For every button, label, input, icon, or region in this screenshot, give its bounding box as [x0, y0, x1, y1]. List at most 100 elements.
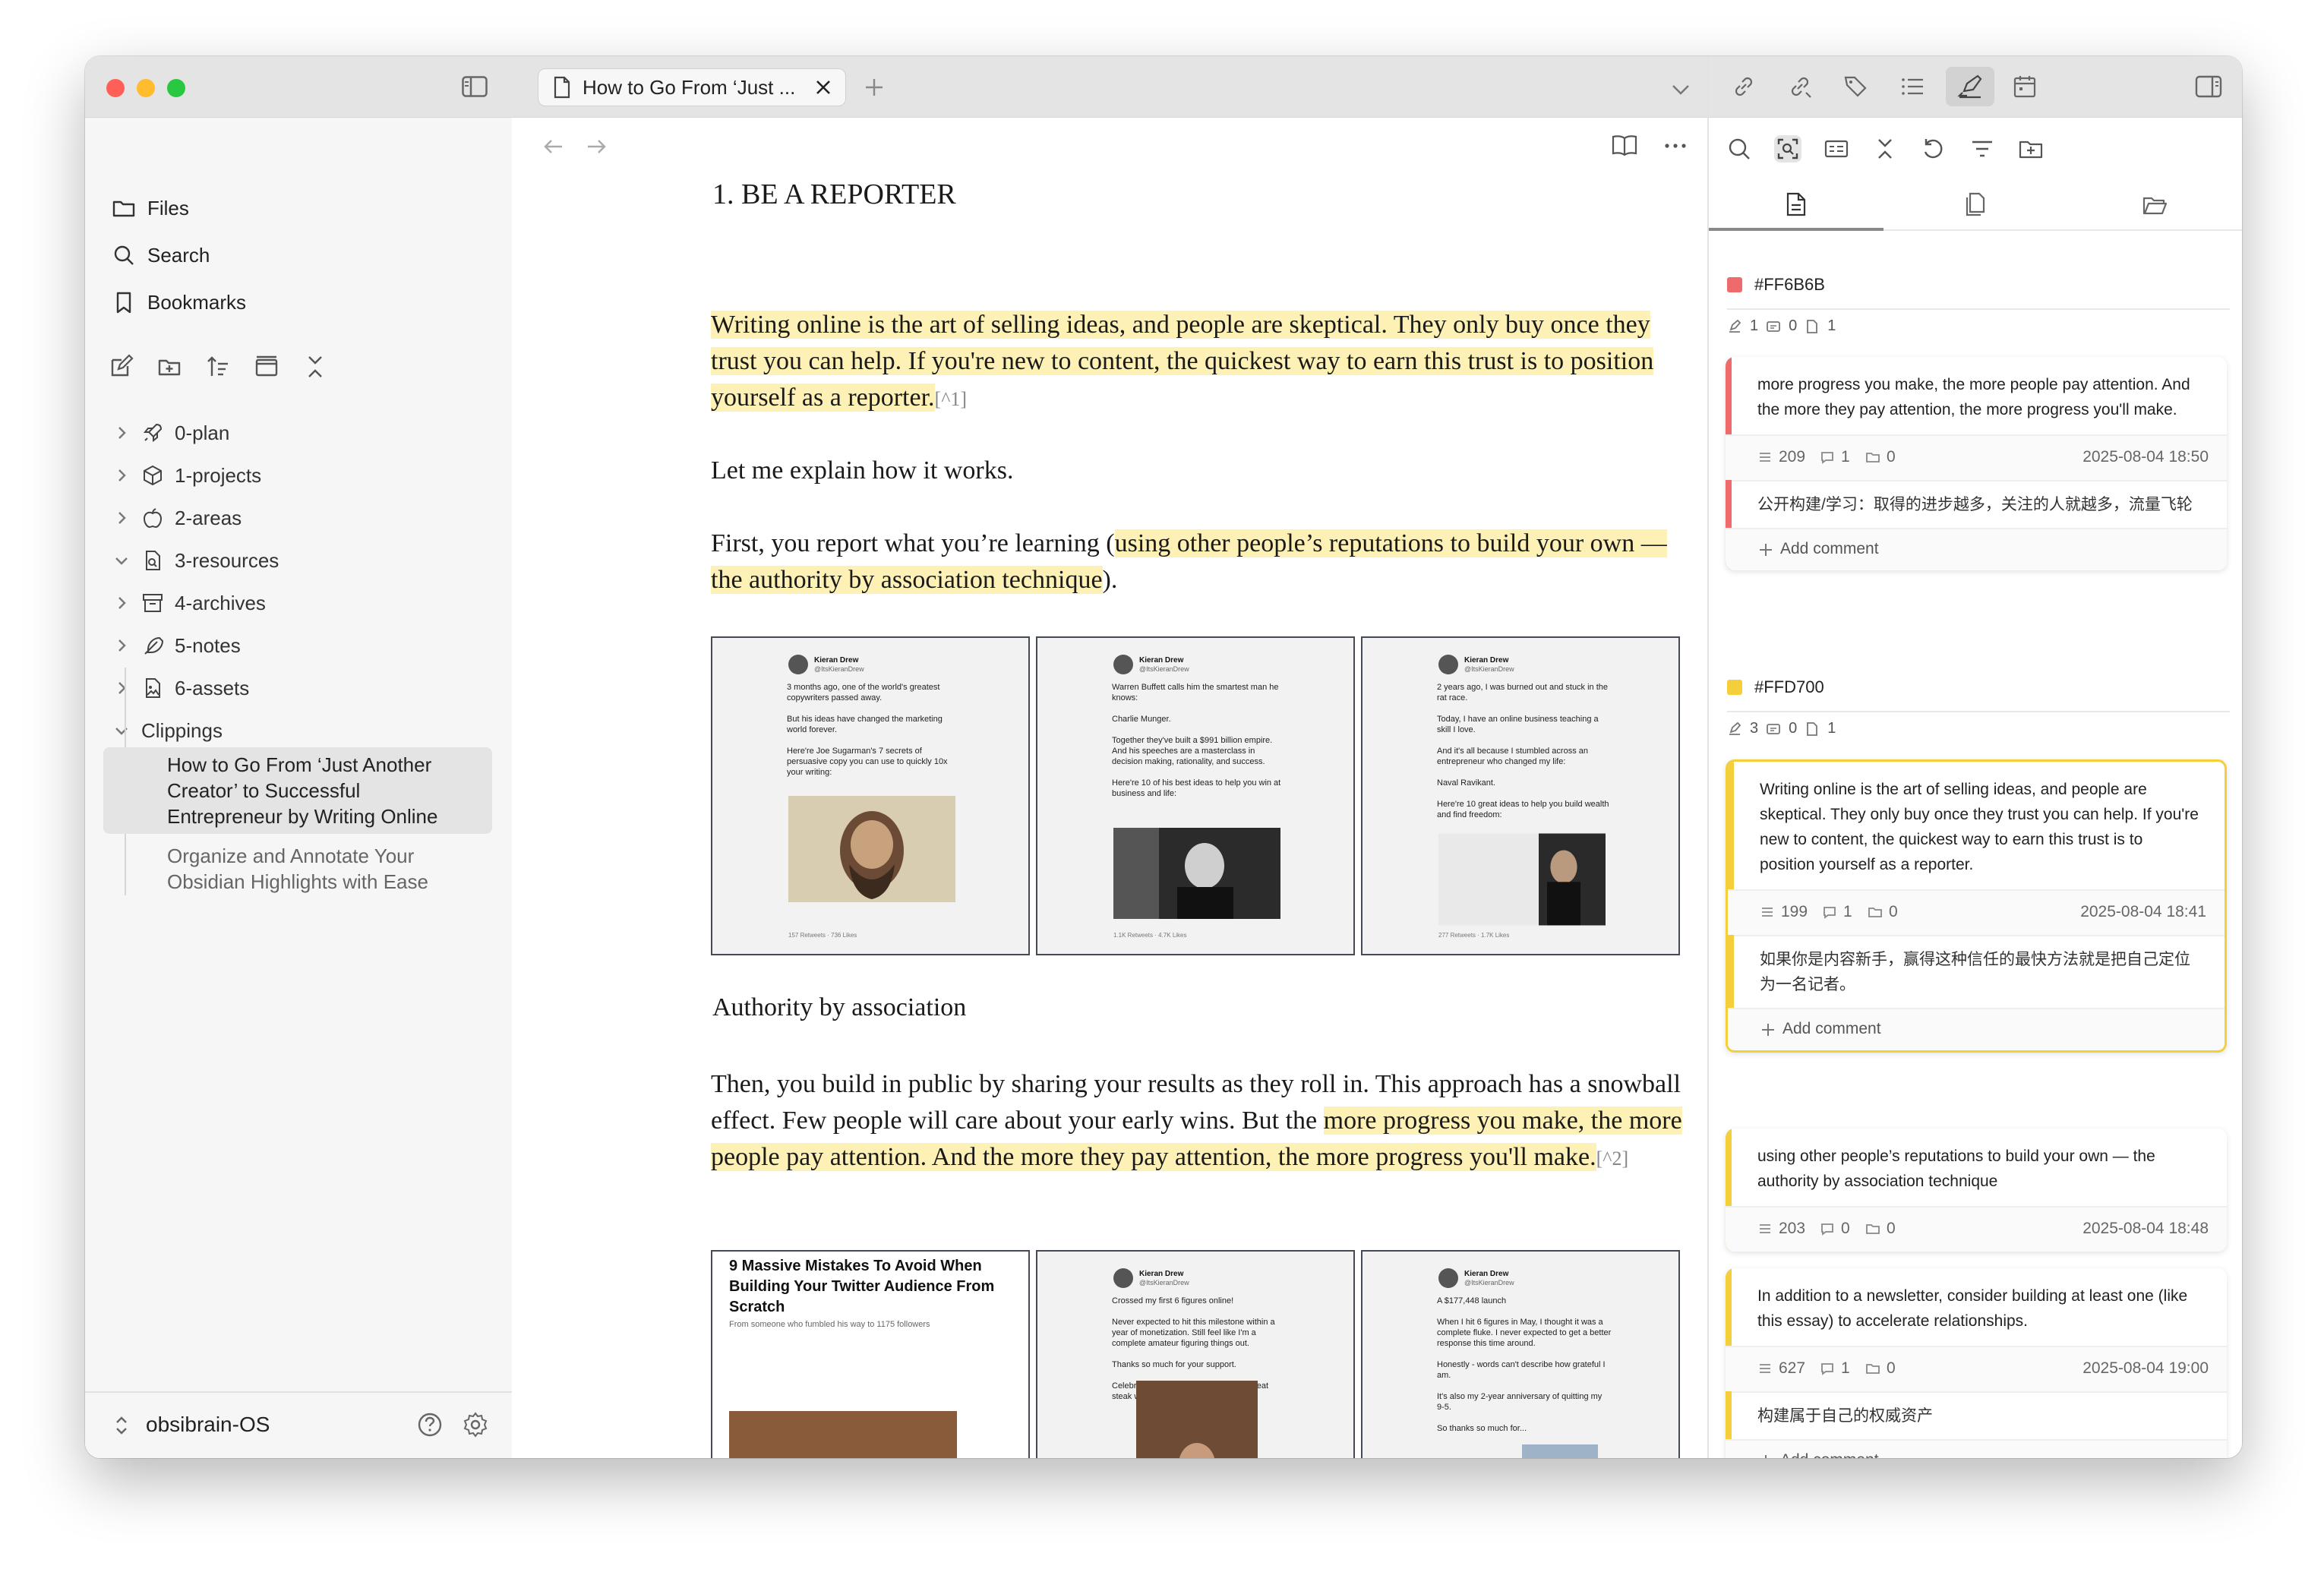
tweet-header: Kieran Drew @ItsKieranDrew	[1438, 655, 1514, 674]
avatar	[1438, 655, 1458, 674]
footnote-ref[interactable]: [^2]	[1596, 1148, 1629, 1170]
chevron-up-down-icon[interactable]	[111, 1413, 132, 1438]
box-icon	[144, 465, 162, 486]
calendar-icon[interactable]	[2011, 73, 2038, 100]
comment-text[interactable]: 构建属于自己的权威资产	[1726, 1391, 2227, 1439]
filter-icon[interactable]	[1969, 135, 1996, 163]
collapse-all-icon[interactable]	[302, 354, 328, 380]
folder-label: 1-projects	[175, 463, 262, 487]
tweet-image[interactable]: Kieran Drew @ItsKieranDrew 2 years ago, I…	[1361, 636, 1680, 955]
plus-icon	[1760, 544, 1772, 556]
right-sidebar-toggle-icon[interactable]	[2195, 73, 2222, 100]
folder-4-archives[interactable]: 4-archives	[112, 587, 266, 619]
folders-stat: 0	[1865, 448, 1896, 466]
folders-value: 0	[1887, 1359, 1896, 1377]
close-window-button[interactable]	[106, 79, 125, 97]
folders-stat: 0	[1868, 903, 1898, 921]
gear-icon[interactable]	[462, 1411, 489, 1438]
file-count: 1	[1827, 720, 1836, 737]
comment-text[interactable]: 公开构建/学习：取得的进步越多，关注的人就越多，流量飞轮	[1726, 480, 2227, 528]
color-group-header[interactable]: #FF6B6B	[1727, 275, 1825, 295]
folder-label: 6-assets	[175, 676, 250, 699]
folder-label: Clippings	[141, 718, 223, 742]
tweet-image[interactable]: Kieran Drew @ItsKieranDrew Crossed my fir…	[1036, 1250, 1355, 1458]
help-icon[interactable]	[416, 1411, 444, 1438]
card-meta: 203 0 0 2025-08-04 18:48	[1726, 1206, 2227, 1252]
highlight-card[interactable]: using other people’s reputations to buil…	[1726, 1129, 2227, 1252]
new-note-icon[interactable]	[108, 354, 134, 380]
section-heading: 1. BE A REPORTER	[712, 178, 956, 210]
vault-name[interactable]: obsibrain-OS	[146, 1413, 270, 1437]
char-count-value: 209	[1779, 448, 1806, 466]
highlight-card[interactable]: more progress you make, the more people …	[1726, 357, 2227, 570]
comments-value: 1	[1841, 1359, 1850, 1377]
outline-icon[interactable]	[1899, 73, 1926, 100]
folder-2-areas[interactable]: 2-areas	[112, 502, 242, 534]
add-folder-icon[interactable]	[2017, 135, 2045, 163]
folder-clippings[interactable]: Clippings	[112, 715, 223, 747]
color-group-stats: 3 0 1	[1727, 720, 1836, 737]
card-view-icon[interactable]	[1823, 135, 1850, 163]
sidebar-nav-label: Search	[147, 243, 210, 267]
chevron-right-icon	[118, 639, 126, 652]
highlighter-icon	[1957, 74, 1982, 99]
tweet-meta: 277 Retweets · 1.7K Likes	[1438, 932, 1510, 939]
comment-text[interactable]: 如果你是内容新手，赢得这种信任的最快方法就是把自己定位为一名记者。	[1728, 935, 2225, 1008]
zoom-window-button[interactable]	[167, 79, 185, 97]
highlight-card[interactable]: Writing online is the art of selling ide…	[1726, 759, 2227, 1053]
highlight-card[interactable]: In addition to a newsletter, consider bu…	[1726, 1268, 2227, 1458]
folder-0-plan[interactable]: 0-plan	[112, 417, 229, 449]
panel-titlebar	[1709, 56, 2242, 118]
file-organize-and-annotate[interactable]: Organize and Annotate Your Obsidian High…	[103, 838, 492, 899]
tweet-image[interactable]: Kieran Drew @ItsKieranDrew A $177,448 lau…	[1361, 1250, 1680, 1458]
portrait-photo	[1113, 828, 1280, 919]
file-icon	[1807, 319, 1818, 333]
folder-1-projects[interactable]: 1-projects	[112, 459, 261, 491]
outgoing-link-icon[interactable]	[1786, 73, 1814, 100]
file-how-to-go-from-just-another-creator[interactable]: How to Go From ‘Just Another Creator’ to…	[103, 747, 492, 834]
add-comment-button[interactable]: Add comment	[1728, 1008, 2225, 1050]
folder-open-icon[interactable]	[2142, 191, 2168, 217]
note-content: 1. BE A REPORTER Writing online is the a…	[512, 56, 1707, 1458]
refresh-icon[interactable]	[1920, 135, 1947, 163]
highlight-text[interactable]: Writing online is the art of selling ide…	[711, 311, 1654, 412]
collapse-icon[interactable]	[1871, 135, 1899, 163]
focus-scan-icon[interactable]	[1774, 135, 1801, 163]
sidebar-toggle-icon[interactable]	[462, 76, 488, 97]
tweet-handle: @ItsKieranDrew	[1139, 665, 1189, 673]
folder-label: 5-notes	[175, 633, 241, 657]
sidebar-nav-search[interactable]: Search	[111, 238, 210, 272]
minimize-window-button[interactable]	[137, 79, 155, 97]
tweet-image[interactable]: Kieran Drew @ItsKieranDrew Warren Buffett…	[1036, 636, 1355, 955]
article-image[interactable]: 9 Massive Mistakes To Avoid When Buildin…	[711, 1250, 1030, 1458]
folder-icon	[1868, 908, 1882, 917]
sort-icon[interactable]	[205, 354, 231, 380]
sidebar-nav-files[interactable]: Files	[111, 191, 189, 225]
add-comment-button[interactable]: Add comment	[1726, 528, 2227, 570]
auto-reveal-icon[interactable]	[254, 354, 279, 380]
folders-value: 0	[1887, 448, 1896, 466]
new-folder-icon[interactable]	[156, 354, 182, 380]
rocket-icon	[143, 423, 163, 443]
folders-stat: 0	[1865, 1220, 1896, 1238]
text-lines-icon	[1760, 453, 1770, 462]
folder-6-assets[interactable]: 6-assets	[112, 672, 249, 704]
tags-icon[interactable]	[1842, 73, 1870, 100]
color-hex: #FF6B6B	[1754, 275, 1825, 294]
current-file-icon[interactable]	[1783, 191, 1809, 217]
search-icon[interactable]	[1726, 135, 1753, 163]
sidebar-nav-bookmarks[interactable]: Bookmarks	[111, 286, 246, 319]
footnote-ref[interactable]: [^1]	[935, 388, 968, 410]
link-icon[interactable]	[1730, 73, 1757, 100]
tweet-author: Kieran Drew	[1139, 1270, 1184, 1278]
landscape-photo	[1522, 1444, 1598, 1458]
tweet-image[interactable]: Kieran Drew @ItsKieranDrew 3 months ago, …	[711, 636, 1030, 955]
all-files-icon[interactable]	[1962, 191, 1988, 217]
add-comment-button[interactable]: Add comment	[1726, 1439, 2227, 1458]
color-group-header[interactable]: #FFD700	[1727, 677, 1824, 697]
comments-value: 1	[1843, 903, 1852, 920]
folder-3-resources[interactable]: 3-resources	[112, 545, 279, 576]
text-lines-icon	[1760, 1364, 1770, 1373]
folder-5-notes[interactable]: 5-notes	[112, 630, 241, 661]
highlighter-tab[interactable]	[1946, 67, 1994, 106]
